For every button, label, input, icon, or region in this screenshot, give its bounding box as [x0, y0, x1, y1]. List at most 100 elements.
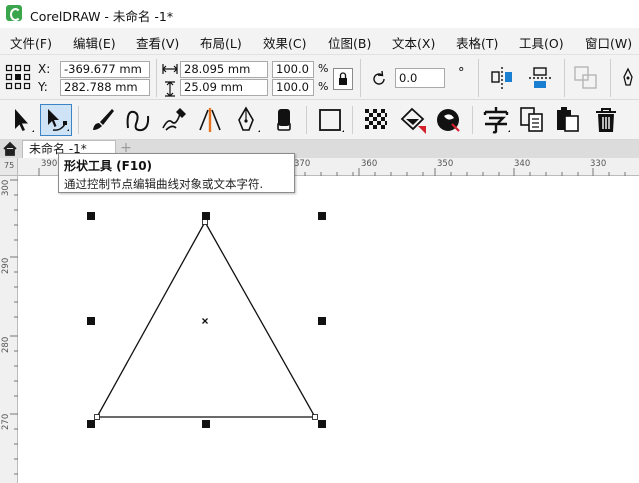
- menu-file[interactable]: 文件(F): [10, 33, 52, 52]
- scale-y-field[interactable]: 100.0: [272, 79, 314, 96]
- percent-label-y: %: [318, 80, 329, 93]
- height-field[interactable]: 25.09 mm: [180, 79, 268, 96]
- eyedropper-icon: [437, 109, 460, 132]
- checkerboard-icon: [365, 109, 387, 129]
- pick-tool[interactable]: [4, 104, 36, 136]
- artistic-media-icon: [162, 108, 186, 131]
- pen-nib-icon: [238, 106, 260, 132]
- drawing-canvas[interactable]: [19, 177, 639, 483]
- tooltip-description: 通过控制节点编辑曲线对象或文本字符.: [64, 177, 264, 191]
- property-bar: X: Y: -369.677 mm 282.788 mm 28.095 mm 2…: [0, 54, 639, 100]
- separator: [610, 59, 611, 97]
- object-origin-icon[interactable]: [5, 64, 31, 90]
- separator: [306, 106, 307, 134]
- brush-tool[interactable]: [86, 104, 118, 136]
- ruler-ticks: [10, 179, 18, 475]
- window-title: CorelDRAW - 未命名 -1*: [30, 9, 174, 24]
- separator: [156, 59, 157, 97]
- menu-tools[interactable]: 工具(O): [519, 33, 564, 52]
- separator: [78, 106, 79, 134]
- pen-outline-icon[interactable]: [620, 67, 636, 91]
- mirror-horizontal-icon[interactable]: [490, 66, 516, 90]
- height-icon: [165, 81, 175, 97]
- vertical-ruler[interactable]: 300 290 280 270: [0, 158, 18, 483]
- interactive-fill-tool[interactable]: [396, 104, 428, 136]
- menu-edit[interactable]: 编辑(E): [73, 33, 116, 52]
- width-field[interactable]: 28.095 mm: [180, 61, 268, 78]
- shape-tool-icon: [48, 109, 69, 131]
- separator: [478, 59, 479, 97]
- degree-label: °: [458, 66, 465, 81]
- width-icon: [162, 64, 178, 74]
- canvas-artwork: [87, 212, 326, 428]
- paste-tool[interactable]: [552, 104, 584, 136]
- menu-text[interactable]: 文本(X): [392, 33, 435, 52]
- brush-icon: [93, 109, 114, 130]
- menu-table[interactable]: 表格(T): [456, 33, 498, 52]
- dimension-icon: [199, 108, 221, 132]
- scale-x-field[interactable]: 100.0: [272, 61, 314, 78]
- menu-bitmap[interactable]: 位图(B): [328, 33, 371, 52]
- ruler-label: 370: [294, 159, 311, 169]
- freehand-tool[interactable]: [122, 104, 154, 136]
- home-icon[interactable]: [2, 141, 18, 157]
- clipboard-icon: [557, 107, 579, 132]
- rotate-icon: [373, 70, 385, 85]
- ruler-label: 390: [41, 159, 58, 169]
- eraser-icon: [277, 109, 291, 131]
- copy-properties-tool[interactable]: [516, 104, 548, 136]
- menu-layout[interactable]: 布局(L): [200, 33, 242, 52]
- ruler-label: 330: [590, 159, 607, 169]
- separator: [360, 59, 361, 97]
- text-tool[interactable]: [480, 104, 512, 136]
- eyedropper-tool[interactable]: [432, 104, 464, 136]
- lock-ratio-button[interactable]: [333, 68, 353, 90]
- dimension-tool[interactable]: [194, 104, 226, 136]
- menu-view[interactable]: 查看(V): [136, 33, 179, 52]
- delete-tool[interactable]: [590, 104, 622, 136]
- coreldraw-logo-icon: [6, 5, 22, 21]
- document-copy-icon: [520, 107, 543, 132]
- trash-icon: [596, 108, 616, 132]
- x-position-field[interactable]: -369.677 mm: [60, 61, 150, 78]
- menu-bar: 文件(F) 编辑(E) 查看(V) 布局(L) 效果(C) 位图(B) 文本(X…: [0, 28, 639, 54]
- freehand-curve-icon: [126, 110, 150, 132]
- pointer-icon: [15, 109, 34, 132]
- title-bar: CorelDRAW - 未命名 -1*: [0, 0, 639, 28]
- rectangle-icon: [319, 109, 344, 132]
- rectangle-tool[interactable]: [314, 104, 346, 136]
- menu-effects[interactable]: 效果(C): [263, 33, 306, 52]
- separator: [564, 59, 565, 97]
- ruler-label: 340: [514, 159, 531, 169]
- ruler-label: 360: [361, 159, 378, 169]
- pen-tool[interactable]: [230, 104, 262, 136]
- transform-icon[interactable]: [573, 65, 599, 91]
- percent-label-x: %: [318, 62, 329, 75]
- eraser-tool[interactable]: [268, 104, 300, 136]
- rotation-field[interactable]: 0.0: [395, 68, 445, 88]
- y-label: Y:: [38, 80, 48, 94]
- mirror-vertical-icon[interactable]: [528, 66, 554, 90]
- toolbox: [0, 100, 639, 140]
- y-position-field[interactable]: 282.788 mm: [60, 79, 150, 96]
- x-label: X:: [38, 62, 51, 76]
- ruler-label: 270: [1, 413, 11, 430]
- separator: [352, 106, 353, 134]
- ruler-origin-label: 75: [4, 161, 15, 170]
- menu-window[interactable]: 窗口(W): [585, 33, 632, 52]
- ruler-origin[interactable]: 75: [0, 158, 18, 176]
- center-marker[interactable]: [202, 318, 208, 324]
- ruler-label: 300: [1, 179, 11, 196]
- transparency-tool[interactable]: [360, 104, 392, 136]
- separator: [472, 106, 473, 134]
- ruler-label: 280: [1, 336, 11, 353]
- lock-icon: [339, 72, 347, 85]
- artistic-media-tool[interactable]: [158, 104, 190, 136]
- tooltip-title: 形状工具 (F10): [64, 159, 153, 173]
- text-character-icon: [483, 107, 510, 134]
- ruler-label: 290: [1, 257, 11, 274]
- tooltip: 形状工具 (F10) 通过控制节点编辑曲线对象或文本字符.: [58, 153, 295, 193]
- paint-bucket-icon: [400, 107, 426, 134]
- ruler-label: 350: [437, 159, 454, 169]
- shape-tool[interactable]: [40, 104, 72, 136]
